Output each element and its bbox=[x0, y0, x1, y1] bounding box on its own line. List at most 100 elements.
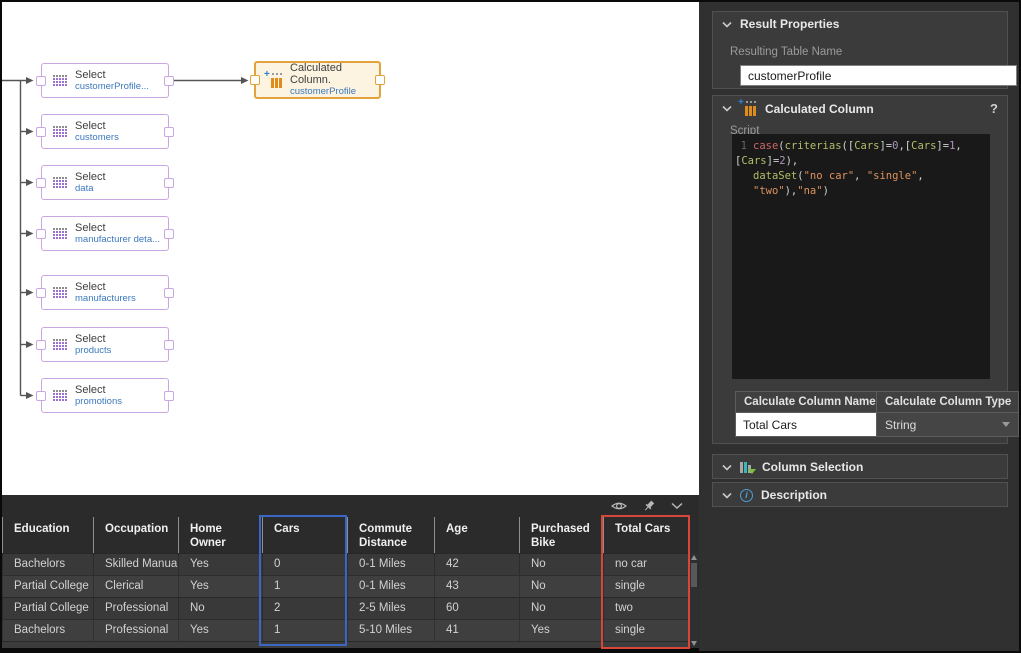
partial-row bbox=[2, 641, 690, 648]
column-header[interactable]: Purchased Bike bbox=[519, 517, 603, 553]
dropdown-arrow-icon bbox=[1002, 422, 1010, 427]
node-select-products[interactable]: Selectproducts bbox=[41, 327, 169, 362]
node-calculated-column[interactable]: + Calculated Column. customerProfile bbox=[254, 61, 381, 99]
column-header[interactable]: Home Owner bbox=[178, 517, 262, 553]
calculated-column-header[interactable]: + Calculated Column ? bbox=[713, 96, 1007, 121]
column-selection-header[interactable]: Column Selection bbox=[713, 455, 1007, 479]
column-header[interactable]: Age bbox=[434, 517, 519, 553]
chevron-down-icon bbox=[722, 464, 732, 471]
table-row: BachelorsProfessionalYes15-10 Miles41Yes… bbox=[2, 619, 690, 641]
table-cell: Partial College bbox=[2, 597, 93, 619]
code-line: dataSet("no car", "single", "two"),"na") bbox=[735, 169, 987, 199]
preview-toolbar bbox=[2, 495, 699, 517]
node-subtitle: customerProfile... bbox=[75, 81, 149, 93]
dataflow-canvas[interactable]: SelectcustomerProfile...SelectcustomersS… bbox=[2, 2, 699, 495]
table-cell: Partial College bbox=[2, 575, 93, 597]
column-header[interactable]: Occupation bbox=[93, 517, 178, 553]
output-port[interactable] bbox=[164, 76, 174, 86]
scroll-down-arrow[interactable] bbox=[691, 641, 697, 646]
table-cell: 0-1 Miles bbox=[347, 575, 434, 597]
properties-panel: Result Properties Resulting Table Name +… bbox=[699, 2, 1019, 651]
node-title: Select bbox=[75, 171, 106, 183]
result-properties-header[interactable]: Result Properties bbox=[713, 12, 1007, 36]
table-cell: Bachelors bbox=[2, 553, 93, 575]
input-port[interactable] bbox=[36, 76, 46, 86]
description-section: i Description bbox=[712, 482, 1008, 507]
node-select-manufacturers[interactable]: Selectmanufacturers bbox=[41, 275, 169, 310]
table-scrollbar[interactable] bbox=[690, 553, 698, 648]
calculate-column-type-dropdown[interactable]: String bbox=[877, 413, 1019, 437]
node-select-data[interactable]: Selectdata bbox=[41, 165, 169, 200]
description-header[interactable]: i Description bbox=[713, 483, 1007, 507]
help-icon[interactable]: ? bbox=[990, 101, 998, 116]
input-port[interactable] bbox=[36, 127, 46, 137]
chevron-down-icon bbox=[722, 105, 732, 112]
output-port[interactable] bbox=[164, 229, 174, 239]
info-icon: i bbox=[740, 489, 753, 502]
calculate-column-name-input[interactable] bbox=[735, 413, 877, 437]
table-cell: 2 bbox=[262, 597, 347, 619]
column-header[interactable]: Education bbox=[2, 517, 93, 553]
line-number: 1 bbox=[735, 139, 747, 154]
column-selection-section: Column Selection bbox=[712, 454, 1008, 479]
dropdown-value: String bbox=[885, 418, 916, 432]
table-cell: Yes bbox=[178, 575, 262, 597]
input-port[interactable] bbox=[36, 178, 46, 188]
pin-icon[interactable] bbox=[642, 499, 656, 513]
table-cell: 60 bbox=[434, 597, 519, 619]
table-cell: single bbox=[603, 619, 690, 641]
node-subtitle: customers bbox=[75, 132, 119, 144]
output-port[interactable] bbox=[164, 288, 174, 298]
calculated-column-section: + Calculated Column ? Script 1case(crite… bbox=[712, 95, 1008, 444]
table-cell: No bbox=[519, 553, 603, 575]
section-title: Description bbox=[761, 488, 827, 502]
resulting-table-name-input[interactable] bbox=[740, 65, 1017, 86]
node-select-manufacturer-deta[interactable]: Selectmanufacturer deta... bbox=[41, 216, 169, 251]
node-select-customerprofile[interactable]: SelectcustomerProfile... bbox=[41, 63, 169, 98]
column-selection-icon bbox=[740, 461, 754, 474]
input-port[interactable] bbox=[36, 340, 46, 350]
select-table-icon bbox=[53, 126, 67, 137]
scroll-up-arrow[interactable] bbox=[691, 555, 697, 560]
calculate-column-name-header: Calculate Column Name bbox=[735, 391, 877, 413]
collapse-panel-icon[interactable] bbox=[671, 502, 683, 510]
scrollbar-thumb[interactable] bbox=[691, 563, 697, 587]
node-title: Select bbox=[75, 222, 160, 234]
table-header-row: EducationOccupationHome OwnerCarsCommute… bbox=[2, 517, 690, 553]
column-header[interactable]: Cars bbox=[262, 517, 347, 553]
select-table-icon bbox=[53, 75, 67, 86]
preview-eye-icon[interactable] bbox=[611, 500, 627, 512]
column-header[interactable]: Total Cars bbox=[603, 517, 690, 553]
table-cell: Skilled Manual bbox=[93, 553, 178, 575]
input-port[interactable] bbox=[36, 391, 46, 401]
output-port[interactable] bbox=[164, 178, 174, 188]
table-cell: Yes bbox=[178, 553, 262, 575]
input-port[interactable] bbox=[250, 75, 260, 85]
node-select-customers[interactable]: Selectcustomers bbox=[41, 114, 169, 149]
output-port[interactable] bbox=[164, 127, 174, 137]
table-cell: 5-10 Miles bbox=[347, 619, 434, 641]
code-line: 1case(criterias([Cars]=0,[Cars]=1,[Cars]… bbox=[735, 139, 987, 169]
input-port[interactable] bbox=[36, 288, 46, 298]
calculated-column-icon: + bbox=[266, 73, 283, 88]
output-port[interactable] bbox=[164, 340, 174, 350]
table-cell: 2-5 Miles bbox=[347, 597, 434, 619]
calculate-column-type-header: Calculate Column Type bbox=[877, 391, 1019, 413]
input-port[interactable] bbox=[36, 229, 46, 239]
table-cell: 43 bbox=[434, 575, 519, 597]
output-port[interactable] bbox=[164, 391, 174, 401]
table-cell: No bbox=[178, 597, 262, 619]
table-cell: No bbox=[519, 575, 603, 597]
node-title: Select bbox=[75, 281, 136, 293]
table-row: Partial CollegeClericalYes10-1 Miles43No… bbox=[2, 575, 690, 597]
section-title: Calculated Column bbox=[765, 102, 874, 116]
node-subtitle: manufacturers bbox=[75, 293, 136, 305]
output-port[interactable] bbox=[375, 75, 385, 85]
select-table-icon bbox=[53, 390, 67, 401]
column-header[interactable]: Commute Distance bbox=[347, 517, 434, 553]
section-title: Column Selection bbox=[762, 460, 863, 474]
node-select-promotions[interactable]: Selectpromotions bbox=[41, 378, 169, 413]
script-editor[interactable]: 1case(criterias([Cars]=0,[Cars]=1,[Cars]… bbox=[732, 134, 990, 379]
resulting-table-name-label: Resulting Table Name bbox=[730, 46, 842, 58]
column-name-type-grid: Calculate Column Name Calculate Column T… bbox=[735, 391, 1019, 437]
